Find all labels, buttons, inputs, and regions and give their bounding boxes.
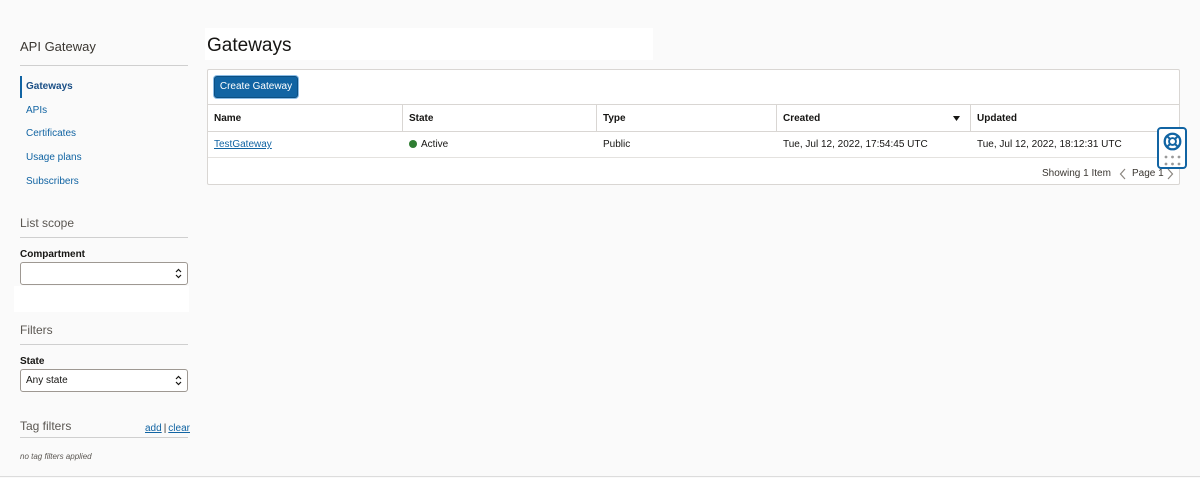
grip-dots-icon (1164, 155, 1181, 166)
state-filter-value: Any state (26, 375, 68, 386)
column-header-created-label: Created (783, 113, 821, 124)
gateways-table-panel: Create Gateway Name State Type Created U… (207, 69, 1180, 185)
sidebar-item-certificates[interactable]: Certificates (20, 123, 188, 145)
filters-heading: Filters (20, 323, 53, 337)
gateway-created-cell: Tue, Jul 12, 2022, 17:54:45 UTC (783, 139, 928, 150)
sidebar-item-gateways[interactable]: Gateways (20, 76, 188, 98)
column-header-name[interactable]: Name (208, 105, 403, 132)
tag-links-separator: | (163, 423, 167, 434)
showing-count: Showing 1 Item (1042, 168, 1111, 179)
chevron-right-icon[interactable] (1166, 168, 1174, 180)
help-widget[interactable] (1157, 127, 1187, 169)
chevron-left-icon[interactable] (1119, 168, 1127, 180)
gateway-state-cell: Active (403, 132, 597, 157)
column-header-type[interactable]: Type (597, 105, 777, 132)
column-header-state[interactable]: State (403, 105, 597, 132)
sidebar-title: API Gateway (20, 39, 96, 54)
state-filter-select[interactable]: Any state (20, 369, 188, 392)
chevron-updown-icon (175, 268, 182, 279)
tag-filters-heading: Tag filters (20, 419, 72, 433)
gateway-state-value: Active (421, 139, 449, 150)
no-tag-filters-text: no tag filters applied (20, 452, 92, 461)
gateway-name-link[interactable]: TestGateway (214, 139, 272, 150)
column-header-updated[interactable]: Updated (971, 105, 1179, 132)
list-scope-divider (20, 237, 188, 238)
tag-filters-divider (20, 437, 188, 438)
compartment-label: Compartment (20, 249, 86, 260)
filters-divider (20, 344, 188, 345)
sidebar-item-apis[interactable]: APIs (20, 100, 188, 122)
gateway-type-cell: Public (603, 139, 631, 150)
state-filter-label: State (20, 356, 45, 367)
compartment-blank-area (14, 286, 189, 312)
gateway-updated-cell: Tue, Jul 12, 2022, 18:12:31 UTC (977, 139, 1122, 150)
compartment-select[interactable] (20, 262, 188, 285)
table-row: TestGateway Active Public Tue, Jul 12, 2… (208, 132, 1179, 158)
table-header: Name State Type Created Updated (208, 104, 1179, 132)
sidebar-item-subscribers[interactable]: Subscribers (20, 171, 188, 193)
gateway-name-cell: TestGateway (208, 132, 403, 157)
list-scope-heading: List scope (20, 216, 75, 230)
sidebar-divider (20, 65, 188, 66)
page-indicator: Page 1 (1132, 168, 1164, 179)
add-tag-filter-link[interactable]: add (145, 423, 162, 434)
column-header-created[interactable]: Created (777, 105, 971, 132)
caret-down-icon (953, 116, 960, 121)
sidebar-item-usage-plans[interactable]: Usage plans (20, 147, 188, 169)
tag-filter-links: add | clear (145, 423, 190, 434)
create-gateway-button[interactable]: Create Gateway (214, 76, 298, 98)
chevron-updown-icon (175, 375, 182, 386)
sidebar: API Gateway Gateways APIs Certificates U… (0, 0, 200, 476)
lifebuoy-icon (1163, 132, 1182, 151)
status-active-icon (409, 140, 417, 148)
page-bottom-divider (0, 476, 1200, 477)
page-title: Gateways (207, 35, 292, 56)
clear-tag-filter-link[interactable]: clear (168, 423, 190, 434)
